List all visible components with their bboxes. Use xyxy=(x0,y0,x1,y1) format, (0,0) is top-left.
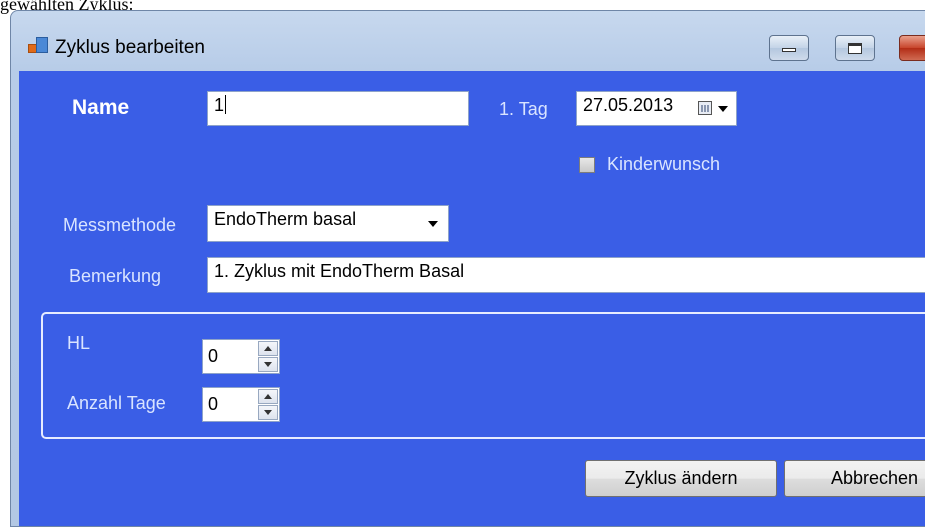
chevron-down-icon[interactable] xyxy=(718,106,728,112)
name-value: 1 xyxy=(214,95,225,115)
first-day-date-picker[interactable]: 27.05.2013 xyxy=(576,91,737,126)
form-area: Name 1 1. Tag 27.05.2013 Kinderwunsch Me… xyxy=(19,71,925,526)
maximize-button[interactable] xyxy=(835,35,875,61)
text-caret xyxy=(225,95,227,114)
kinderwunsch-label: Kinderwunsch xyxy=(607,154,721,174)
edit-cycle-dialog: Zyklus bearbeiten Name 1 1. Tag 27.05.20… xyxy=(10,10,925,527)
name-input[interactable]: 1 xyxy=(207,91,469,126)
minimize-icon xyxy=(782,48,796,52)
bemerkung-input[interactable]: 1. Zyklus mit EndoTherm Basal xyxy=(207,257,925,293)
bemerkung-label: Bemerkung xyxy=(69,266,162,286)
anzahl-tage-decrement-button[interactable] xyxy=(258,405,278,420)
calendar-icon[interactable] xyxy=(698,101,712,115)
arrow-down-icon xyxy=(264,362,272,367)
arrow-down-icon xyxy=(264,410,272,415)
arrow-up-icon xyxy=(264,394,272,399)
dropdown-arrow-icon[interactable] xyxy=(428,221,438,227)
maximize-icon xyxy=(848,43,862,54)
hl-decrement-button[interactable] xyxy=(258,357,278,372)
window-title: Zyklus bearbeiten xyxy=(55,37,205,58)
close-button[interactable] xyxy=(899,35,925,61)
title-bar[interactable]: Zyklus bearbeiten xyxy=(11,11,925,71)
minimize-button[interactable] xyxy=(769,35,809,61)
first-day-label: 1. Tag xyxy=(499,99,548,119)
hl-groupbox xyxy=(41,312,925,439)
cancel-button[interactable]: Abbrechen xyxy=(784,460,925,497)
name-label: Name xyxy=(72,96,130,119)
messmethode-select[interactable]: EndoTherm basal xyxy=(207,205,449,242)
app-icon xyxy=(28,37,48,55)
hl-value: 0 xyxy=(208,346,219,366)
messmethode-label: Messmethode xyxy=(63,215,177,235)
hl-increment-button[interactable] xyxy=(258,341,278,356)
first-day-value: 27.05.2013 xyxy=(583,95,674,115)
anzahl-tage-increment-button[interactable] xyxy=(258,389,278,404)
hl-stepper[interactable]: 0 xyxy=(202,339,280,374)
messmethode-value: EndoTherm basal xyxy=(214,209,357,229)
kinderwunsch-checkbox[interactable] xyxy=(579,157,595,173)
arrow-up-icon xyxy=(264,346,272,351)
hl-label: HL xyxy=(67,333,91,353)
anzahl-tage-label: Anzahl Tage xyxy=(67,393,166,413)
anzahl-tage-stepper[interactable]: 0 xyxy=(202,387,280,422)
save-cycle-button[interactable]: Zyklus ändern xyxy=(585,460,777,497)
anzahl-tage-value: 0 xyxy=(208,394,219,414)
